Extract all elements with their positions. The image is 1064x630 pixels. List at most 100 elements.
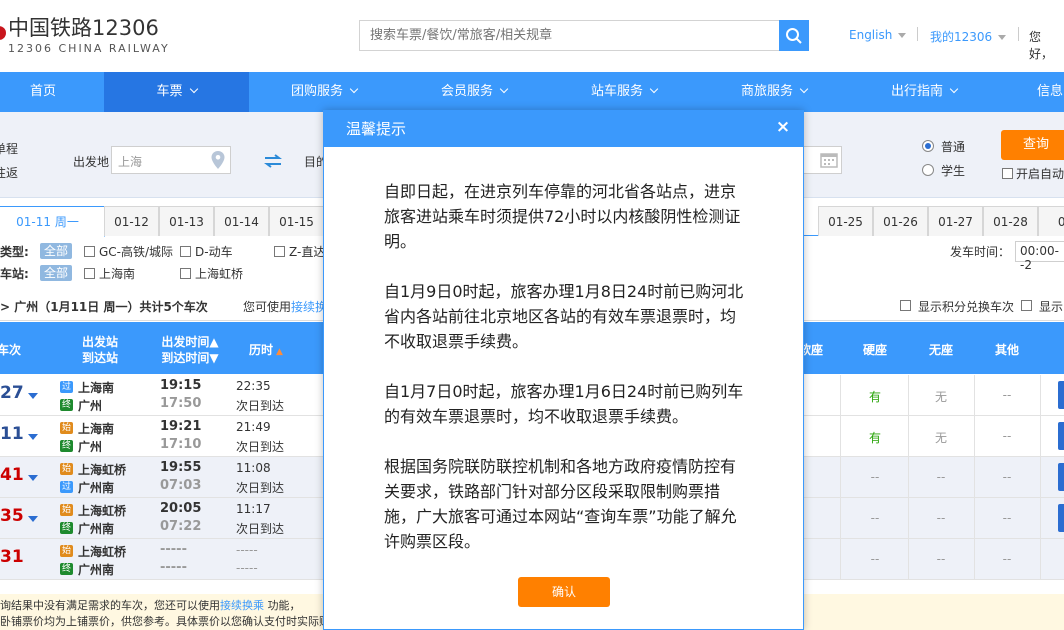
nav-tickets[interactable]: 车票 [104, 72, 249, 112]
book-button[interactable] [1058, 463, 1064, 491]
other-seat: -- [1002, 388, 1012, 402]
book-button[interactable] [1058, 422, 1064, 450]
station-shanghainan-checkbox[interactable] [84, 268, 95, 279]
type-filter-all[interactable]: 全部 [40, 243, 73, 259]
nav-group[interactable]: 团购服务 [249, 72, 399, 112]
logo-title[interactable]: 中国铁路12306 [8, 12, 159, 42]
calendar-icon [820, 153, 838, 168]
from-station: 上海虹桥 [78, 504, 127, 518]
date-tab[interactable]: 01 [1038, 206, 1064, 236]
search-input[interactable] [359, 20, 780, 51]
close-icon[interactable]: × [773, 117, 793, 137]
no-seat: -- [936, 470, 946, 484]
swap-stations-icon[interactable] [264, 154, 282, 168]
points-exchange-checkbox[interactable] [900, 300, 911, 311]
date-input[interactable] [802, 146, 842, 174]
station-hongqiao-label: 上海虹桥 [195, 267, 244, 281]
notice-paragraph: 根据国务院联防联控机制和各地方政府疫情防控有关要求，铁路部门针对部分区段采取限制… [384, 457, 737, 551]
railway-logo-icon[interactable] [0, 26, 6, 40]
type-z-checkbox[interactable] [274, 246, 285, 257]
arrive-time: 07:03 [160, 478, 202, 493]
to-station: 广州 [78, 399, 103, 413]
date-tab[interactable]: 01-27 [928, 206, 983, 236]
column-divider [974, 375, 975, 580]
location-pin-icon[interactable] [211, 151, 225, 169]
from-station: 上海虹桥 [78, 545, 127, 559]
date-tab[interactable]: 01-12 [104, 206, 159, 236]
col-duration[interactable]: 历时 ▲ [236, 341, 296, 358]
query-button[interactable]: 查询 [1001, 130, 1064, 160]
nav-member[interactable]: 会员服务 [399, 72, 549, 112]
auto-query-label: 开启自动 [1016, 167, 1064, 181]
chevron-down-icon [499, 84, 509, 94]
chevron-down-icon[interactable] [28, 434, 38, 440]
from-station-value: 上海 [118, 155, 143, 169]
to-station: 广州 [78, 440, 103, 454]
to-station: 广州南 [78, 522, 115, 536]
other-seat: -- [1002, 511, 1012, 525]
station-tag-icon: 过 [60, 481, 73, 493]
passenger-student-radio[interactable] [922, 164, 934, 176]
my12306-menu[interactable]: 我的12306 [930, 28, 1007, 45]
station-filter-all[interactable]: 全部 [40, 265, 73, 281]
date-tab-active[interactable]: 01-11 周一 [0, 206, 105, 237]
book-button[interactable] [1058, 381, 1064, 409]
trip-round-option[interactable]: 往返 [0, 164, 18, 181]
train-number[interactable]: 27 [0, 383, 24, 403]
nav-label: 车票 [156, 84, 183, 99]
type-gc-label: GC-高铁/城际 [99, 245, 174, 259]
train-number[interactable]: 41 [0, 465, 24, 485]
hard-seat: -- [870, 470, 880, 484]
nav-station[interactable]: 站车服务 [549, 72, 699, 112]
chevron-down-icon [349, 84, 359, 94]
trip-single-option[interactable]: 单程 [0, 140, 18, 157]
book-button[interactable] [1058, 504, 1064, 532]
chevron-down-icon[interactable] [28, 516, 38, 522]
nav-guide[interactable]: 出行指南 [849, 72, 999, 112]
col-duration-label: 历时 [249, 343, 274, 357]
chevron-down-icon [799, 84, 809, 94]
col-time-depart[interactable]: 出发时间▲ [152, 333, 228, 350]
passenger-normal-radio[interactable] [922, 140, 934, 152]
no-seat: -- [936, 511, 946, 525]
train-number[interactable]: 11 [0, 424, 24, 444]
depart-time-label: 发车时间： [950, 245, 1011, 259]
chevron-down-icon[interactable] [28, 475, 38, 481]
show-option-checkbox[interactable] [1021, 300, 1032, 311]
language-switch[interactable]: English [849, 28, 907, 42]
date-tab[interactable]: 01-15 [269, 206, 324, 236]
date-tab[interactable]: 01-26 [873, 206, 928, 236]
route-summary: > 广州（1月11日 周一）共计5个车次 [0, 300, 208, 314]
date-tab[interactable]: 01-28 [983, 206, 1038, 236]
duration-note: 次日到达 [236, 522, 285, 536]
train-number[interactable]: 35 [0, 506, 24, 526]
train-number[interactable]: 31 [0, 547, 24, 567]
passenger-student-label: 学生 [941, 164, 966, 178]
station-hongqiao-checkbox[interactable] [180, 268, 191, 279]
type-gc-checkbox[interactable] [84, 246, 95, 257]
col-time-arrive[interactable]: 到达时间▼ [152, 349, 228, 366]
col-train: 车次 [0, 343, 21, 357]
date-tab[interactable]: 01-14 [214, 206, 269, 236]
nav-business[interactable]: 商旅服务 [699, 72, 849, 112]
search-button[interactable] [779, 20, 809, 51]
auto-query-checkbox[interactable] [1002, 168, 1013, 179]
chevron-down-icon [189, 84, 198, 94]
dialog-body: 自即日起，在进京列车停靠的河北省各站点，进京旅客进站乘车时须提供72小时以内核酸… [384, 179, 744, 579]
nav-home[interactable]: 首页 [0, 72, 104, 112]
dialog-header: 温馨提示 × [324, 111, 803, 147]
depart-time: ----- [160, 542, 187, 557]
station-tag-icon: 终 [60, 563, 73, 575]
confirm-button[interactable]: 确认 [518, 577, 610, 607]
transfer-link[interactable]: 接续换 [291, 298, 327, 315]
other-seat: -- [1002, 552, 1012, 566]
transfer-link[interactable]: 接续换乘 [220, 599, 264, 612]
nav-info[interactable]: 信息 [1020, 72, 1064, 112]
column-divider [908, 375, 909, 580]
chevron-down-icon[interactable] [28, 393, 38, 399]
date-tab[interactable]: 01-25 [818, 206, 873, 236]
depart-time-select[interactable]: 00:00--2 [1015, 241, 1064, 272]
station-filter-label: 车站: [0, 267, 29, 281]
date-tab[interactable]: 01-13 [159, 206, 214, 236]
type-d-checkbox[interactable] [180, 246, 191, 257]
